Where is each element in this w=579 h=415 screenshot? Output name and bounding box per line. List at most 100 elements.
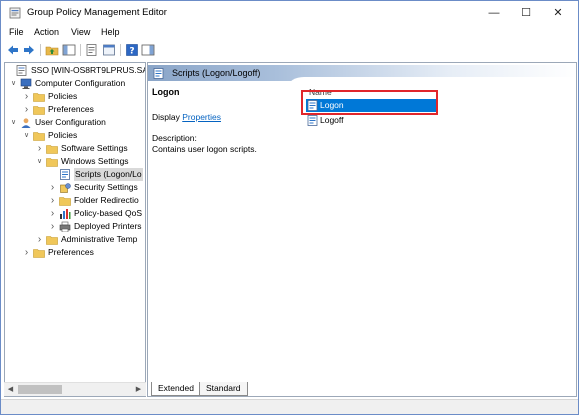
folder-icon bbox=[33, 93, 45, 102]
display-properties-line: Display Properties bbox=[152, 112, 221, 122]
tree-item-label: Policies bbox=[48, 91, 78, 101]
menu-help[interactable]: Help bbox=[101, 27, 120, 37]
tree-item-preferences[interactable]: › Preferences bbox=[22, 103, 145, 116]
scripts-icon bbox=[60, 169, 70, 180]
menu-file[interactable]: File bbox=[9, 27, 24, 37]
tree-item-label: Software Settings bbox=[61, 143, 128, 153]
show-action-pane-icon[interactable] bbox=[141, 43, 155, 57]
list-item-label: Logon bbox=[320, 100, 344, 110]
expanded-chevron-icon[interactable]: ∨ bbox=[35, 155, 44, 168]
collapsed-chevron-icon[interactable]: › bbox=[35, 142, 44, 155]
scroll-right-arrow-icon[interactable]: ▶ bbox=[132, 383, 145, 396]
collapsed-chevron-icon[interactable]: › bbox=[22, 90, 31, 103]
tree-item-security-settings[interactable]: › Security Settings bbox=[48, 181, 145, 194]
tree-item-label: Policies bbox=[48, 130, 78, 140]
tree-item-deployed-printers[interactable]: › Deployed Printers bbox=[48, 220, 145, 233]
tree-item-label: Folder Redirectio bbox=[74, 195, 139, 205]
scroll-left-arrow-icon[interactable]: ◀ bbox=[4, 383, 17, 396]
column-header-name[interactable]: Name bbox=[309, 87, 332, 97]
details-header-title: Scripts (Logon/Logoff) bbox=[172, 68, 261, 78]
tree-item-label: Preferences bbox=[48, 247, 94, 257]
description-label: Description: bbox=[152, 133, 197, 143]
user-icon bbox=[21, 118, 31, 128]
minimize-button[interactable]: — bbox=[477, 1, 511, 25]
tree-item-sso-win-os8rt9lprus-sangi[interactable]: SSO [WIN-OS8RT9LPRUS.SANGI bbox=[5, 64, 145, 77]
back-arrow-icon[interactable] bbox=[6, 43, 20, 57]
toolbar: ? bbox=[1, 41, 578, 59]
svg-text:?: ? bbox=[129, 47, 134, 57]
tree-item-label: Preferences bbox=[48, 104, 94, 114]
tree-item-computer-configuration[interactable]: ∨ Computer Configuration bbox=[9, 77, 145, 90]
tree-item-label: Deployed Printers bbox=[74, 221, 142, 231]
tree-horizontal-scrollbar[interactable]: ◀ ▶ bbox=[4, 382, 146, 396]
title-bar: Group Policy Management Editor — ☐ ✕ bbox=[1, 1, 578, 25]
tree-item-policies[interactable]: › Policies bbox=[22, 90, 145, 103]
tab-extended[interactable]: Extended bbox=[151, 382, 201, 396]
tree-item-label: Computer Configuration bbox=[35, 78, 126, 88]
qos-chart-icon bbox=[60, 209, 71, 219]
expanded-chevron-icon[interactable]: ∨ bbox=[9, 116, 18, 129]
maximize-button[interactable]: ☐ bbox=[509, 1, 543, 25]
script-file-icon bbox=[307, 115, 318, 126]
expanded-chevron-icon[interactable]: ∨ bbox=[9, 77, 18, 90]
expanded-chevron-icon[interactable]: ∨ bbox=[22, 129, 31, 142]
up-folder-icon[interactable] bbox=[45, 43, 59, 57]
description-text: Contains user logon scripts. bbox=[152, 144, 257, 154]
app-window: Group Policy Management Editor — ☐ ✕ Fil… bbox=[0, 0, 579, 415]
tree-item-scripts-logon-lo[interactable]: Scripts (Logon/Lo bbox=[48, 168, 145, 181]
collapsed-chevron-icon[interactable]: › bbox=[22, 246, 31, 259]
printer-icon bbox=[59, 221, 71, 232]
collapsed-chevron-icon[interactable]: › bbox=[48, 220, 57, 233]
scripts-icon bbox=[153, 68, 164, 79]
tree-item-policy-based-qos[interactable]: › Policy-based QoS bbox=[48, 207, 145, 220]
tree-item-policies[interactable]: ∨ Policies bbox=[22, 129, 145, 142]
tree-item-label: Windows Settings bbox=[61, 156, 129, 166]
toolbar-separator bbox=[80, 44, 81, 56]
export-list-icon[interactable] bbox=[85, 43, 99, 57]
forward-arrow-icon[interactable] bbox=[22, 43, 36, 57]
tab-standard[interactable]: Standard bbox=[199, 382, 248, 396]
scrollbar-thumb[interactable] bbox=[18, 385, 62, 394]
security-icon bbox=[60, 183, 71, 193]
menu-view[interactable]: View bbox=[71, 27, 90, 37]
view-tabs: Extended Standard bbox=[147, 382, 577, 396]
properties-icon[interactable] bbox=[102, 43, 116, 57]
tree-item-label: User Configuration bbox=[35, 117, 106, 127]
menu-action[interactable]: Action bbox=[34, 27, 59, 37]
computer-icon bbox=[20, 78, 32, 89]
script-file-icon bbox=[307, 100, 318, 111]
collapsed-chevron-icon[interactable]: › bbox=[48, 194, 57, 207]
tree-item-software-settings[interactable]: › Software Settings bbox=[35, 142, 145, 155]
status-bar bbox=[1, 399, 578, 414]
collapsed-chevron-icon[interactable]: › bbox=[22, 103, 31, 116]
tree-item-label: Policy-based QoS bbox=[74, 208, 143, 218]
folder-icon bbox=[46, 158, 58, 167]
properties-link[interactable]: Properties bbox=[182, 112, 221, 122]
tree-item-preferences[interactable]: › Preferences bbox=[22, 246, 145, 259]
tree-item-user-configuration[interactable]: ∨ User Configuration bbox=[9, 116, 145, 129]
collapsed-chevron-icon[interactable]: › bbox=[48, 181, 57, 194]
folder-icon bbox=[46, 236, 58, 245]
tree-item-label: SSO [WIN-OS8RT9LPRUS.SANGI bbox=[31, 65, 145, 75]
toolbar-separator bbox=[40, 44, 41, 56]
show-hide-tree-icon[interactable] bbox=[62, 43, 76, 57]
console-tree[interactable]: SSO [WIN-OS8RT9LPRUS.SANGI ∨ Computer Conf… bbox=[4, 62, 146, 397]
tree-item-label: Scripts (Logon/Lo bbox=[74, 168, 143, 181]
collapsed-chevron-icon[interactable]: › bbox=[48, 207, 57, 220]
tree-item-windows-settings[interactable]: ∨ Windows Settings bbox=[35, 155, 145, 168]
list-item-logon[interactable]: Logon bbox=[306, 99, 436, 112]
gpo-editor-app-icon bbox=[9, 7, 21, 19]
list-item-logoff[interactable]: Logoff bbox=[306, 114, 436, 127]
folder-icon bbox=[33, 132, 45, 141]
folder-icon bbox=[33, 106, 45, 115]
help-icon[interactable]: ? bbox=[125, 43, 139, 57]
tree-item-folder-redirectio[interactable]: › Folder Redirectio bbox=[48, 194, 145, 207]
list-item-label: Logoff bbox=[320, 115, 344, 125]
folder-icon bbox=[46, 145, 58, 154]
tree-item-administrative-temp[interactable]: › Administrative Temp bbox=[35, 233, 145, 246]
collapsed-chevron-icon[interactable]: › bbox=[35, 233, 44, 246]
close-button[interactable]: ✕ bbox=[541, 1, 575, 25]
extended-heading: Logon bbox=[152, 87, 180, 97]
policy-document-icon bbox=[16, 65, 27, 76]
